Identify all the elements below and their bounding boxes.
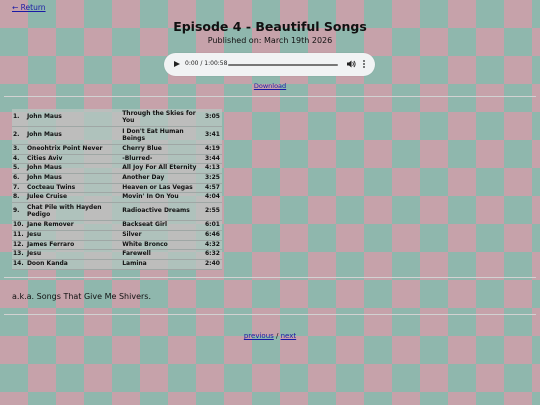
pagination: previous / next [0, 332, 540, 340]
track-duration: 3:41 [204, 126, 222, 145]
track-title: White Bronco [121, 240, 204, 251]
track-title: Another Day [121, 173, 204, 184]
track-title: Heaven or Las Vegas [121, 183, 204, 194]
track-duration: 6:01 [204, 220, 222, 231]
track-artist: James Ferraro [25, 240, 122, 251]
track-title: Backseat Girl [121, 220, 204, 231]
seek-bar[interactable] [228, 64, 338, 66]
episode-title: Episode 4 - Beautiful Songs [173, 19, 367, 34]
track-row: 9. Chat Pile with Hayden Pedigo Radioactiv… [12, 202, 222, 222]
track-number: 12. [12, 240, 26, 251]
tracklist-table: 1. John Maus Through the Skies for You 3:05… [12, 109, 222, 270]
track-duration: 3:44 [204, 154, 222, 165]
track-artist: Jane Remover [25, 220, 122, 231]
track-artist: Julee Cruise [25, 192, 122, 204]
track-artist: Cocteau Twins [25, 183, 122, 194]
track-title: Lamina [121, 259, 204, 270]
track-duration: 2:55 [204, 202, 222, 222]
track-artist: Doon Kanda [25, 259, 122, 270]
track-title: All Joy For All Eternity [121, 163, 204, 175]
track-artist: Cities Aviv [25, 154, 122, 165]
track-title: Radioactive Dreams [121, 202, 204, 222]
audio-player[interactable]: 0:00 / 1:00:58 [164, 53, 375, 76]
next-link[interactable]: next [281, 332, 297, 340]
track-row: 12. James Ferraro White Bronco 4:32 [12, 240, 222, 251]
track-artist: Oneohtrix Point Never [25, 144, 122, 155]
track-duration: 3:25 [204, 173, 222, 184]
pager-separator: / [276, 332, 279, 340]
divider [4, 314, 536, 315]
track-number: 10. [12, 220, 26, 231]
track-artist: John Maus [25, 163, 122, 175]
track-duration: 2:40 [204, 259, 222, 270]
track-number: 8. [12, 192, 26, 204]
track-row: 1. John Maus Through the Skies for You 3:05 [12, 109, 222, 127]
track-number: 4. [12, 154, 26, 165]
track-duration: 4:57 [204, 183, 222, 194]
volume-icon[interactable] [346, 59, 356, 69]
track-number: 7. [12, 183, 26, 194]
track-number: 11. [12, 230, 26, 241]
time-display: 0:00 / 1:00:58 [185, 60, 228, 67]
track-duration: 6:32 [204, 249, 222, 260]
track-row: 14. Doon Kanda Lamina 2:40 [12, 259, 222, 270]
track-row: 10. Jane Remover Backseat Girl 6:01 [12, 220, 222, 231]
track-duration: 4:19 [204, 144, 222, 155]
track-title: Through the Skies for You [121, 109, 204, 127]
track-number: 5. [12, 163, 26, 175]
track-title: Silver [121, 230, 204, 241]
track-title: -Blurred- [121, 154, 204, 165]
track-artist: John Maus [25, 173, 122, 184]
track-duration: 4:04 [204, 192, 222, 204]
track-artist: John Maus [25, 109, 122, 127]
episode-description: a.k.a. Songs That Give Me Shivers. [12, 292, 151, 301]
track-row: 11. Jesu Silver 6:46 [12, 230, 222, 241]
divider [4, 277, 536, 278]
track-number: 1. [12, 109, 26, 127]
published-date: Published on: March 19th 2026 [207, 36, 333, 45]
track-artist: Jesu [25, 230, 122, 241]
track-duration: 4:32 [204, 240, 222, 251]
divider [4, 96, 536, 97]
track-title: Movin' In On You [121, 192, 204, 204]
track-duration: 3:05 [204, 109, 222, 127]
track-number: 14. [12, 259, 26, 270]
track-row: 5. John Maus All Joy For All Eternity 4:13 [12, 163, 222, 175]
more-options-icon[interactable] [361, 59, 367, 69]
track-number: 13. [12, 249, 26, 260]
track-number: 2. [12, 126, 26, 145]
track-duration: 4:13 [204, 163, 222, 175]
track-row: 4. Cities Aviv -Blurred- 3:44 [12, 154, 222, 165]
track-row: 7. Cocteau Twins Heaven or Las Vegas 4:57 [12, 183, 222, 194]
previous-link[interactable]: previous [244, 332, 274, 340]
track-row: 13. Jesu Farewell 6:32 [12, 249, 222, 260]
track-title: Farewell [121, 249, 204, 260]
track-number: 3. [12, 144, 26, 155]
track-duration: 6:46 [204, 230, 222, 241]
play-icon[interactable] [174, 61, 180, 67]
track-row: 6. John Maus Another Day 3:25 [12, 173, 222, 184]
track-number: 6. [12, 173, 26, 184]
track-title: I Don't Eat Human Beings [121, 126, 204, 145]
track-artist: John Maus [25, 126, 122, 145]
track-row: 3. Oneohtrix Point Never Cherry Blue 4:19 [12, 144, 222, 155]
return-link[interactable]: ← Return [12, 3, 46, 12]
track-artist: Chat Pile with Hayden Pedigo [25, 202, 122, 222]
track-artist: Jesu [25, 249, 122, 260]
track-number: 9. [12, 202, 26, 222]
track-title: Cherry Blue [121, 144, 204, 155]
track-row: 2. John Maus I Don't Eat Human Beings 3:41 [12, 126, 222, 145]
track-row: 8. Julee Cruise Movin' In On You 4:04 [12, 192, 222, 204]
download-link[interactable]: Download [254, 82, 286, 90]
